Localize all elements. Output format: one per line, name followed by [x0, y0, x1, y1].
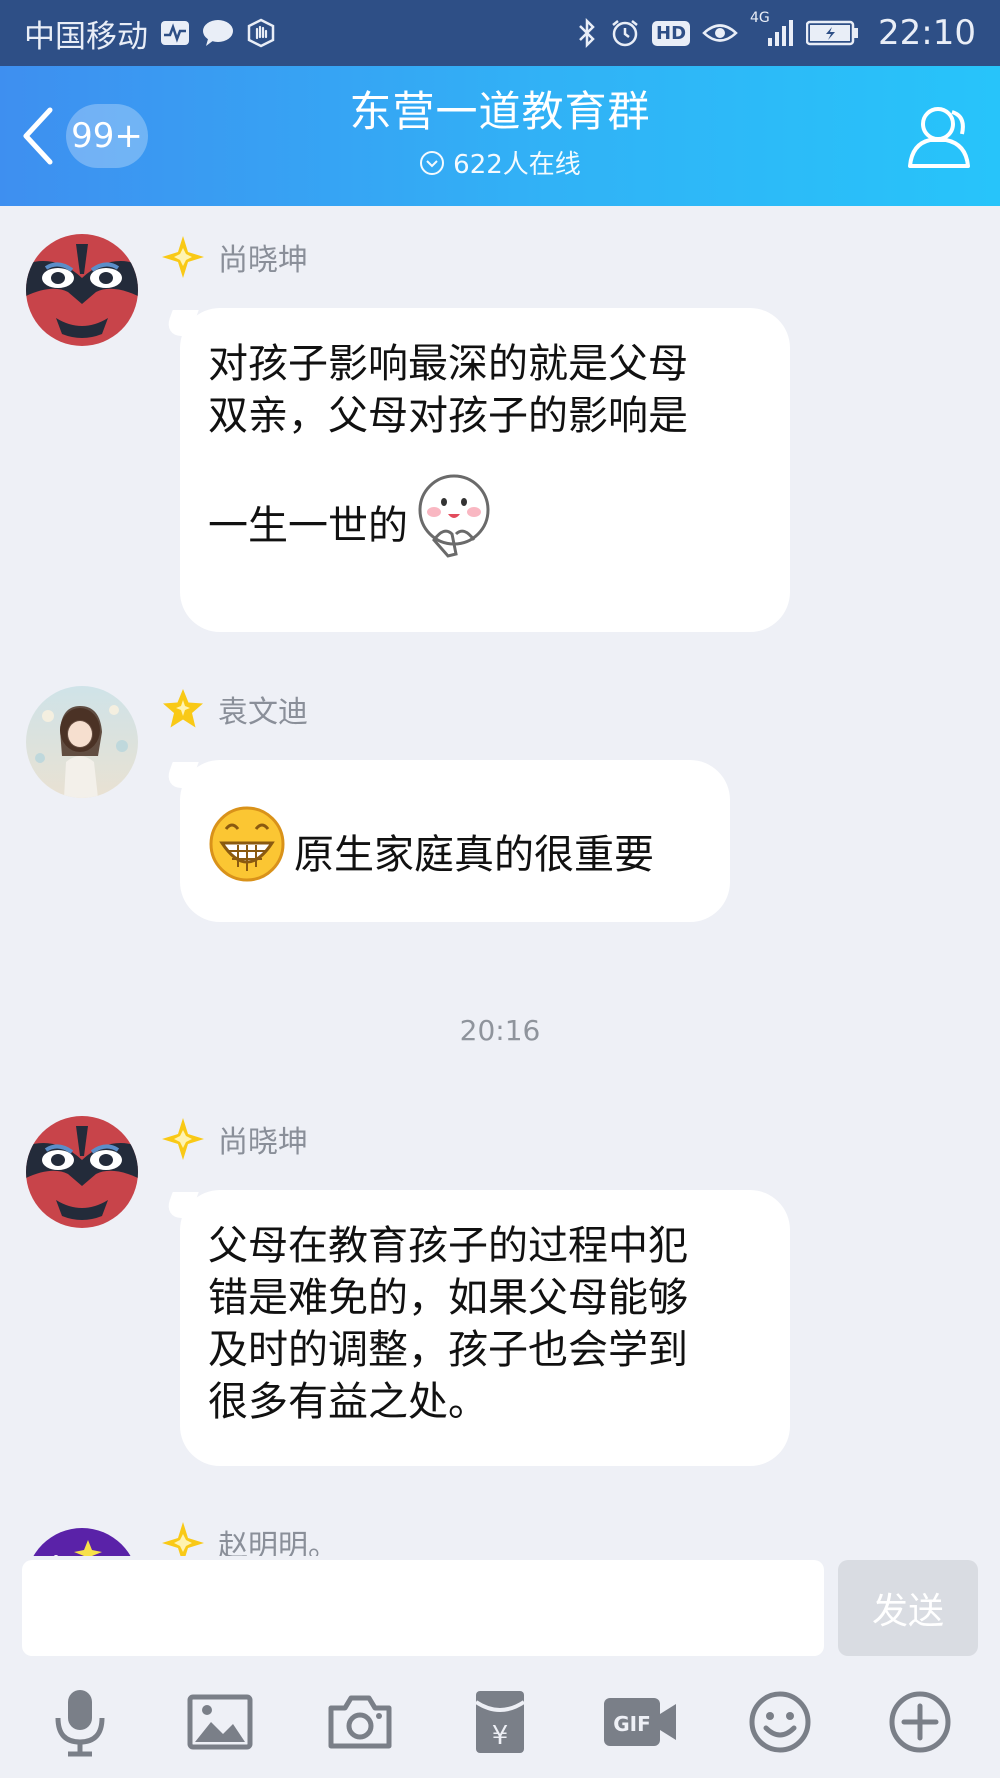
svg-text:GIF: GIF	[613, 1712, 651, 1736]
girl-avatar-icon	[26, 686, 138, 798]
camera-icon	[328, 1695, 392, 1749]
gif-button[interactable]: GIF	[600, 1682, 680, 1762]
shy-emoji-icon	[418, 474, 490, 558]
message-text: 原生家庭真的很重要	[294, 832, 654, 878]
gif-icon: GIF	[604, 1698, 676, 1746]
battery-icon	[806, 20, 860, 46]
camera-button[interactable]	[320, 1682, 400, 1762]
online-status: 622人在线	[0, 144, 1000, 181]
message-item: 赵明明。	[0, 1520, 1000, 1556]
message-input[interactable]	[22, 1560, 824, 1656]
send-button[interactable]: 发送	[838, 1560, 978, 1656]
message-text-segment: 一生一世的	[208, 503, 408, 549]
grin-emoji-icon	[209, 806, 285, 882]
online-count: 622人在线	[453, 150, 581, 180]
sender-name: 赵明明。	[218, 1529, 338, 1556]
microphone-icon	[55, 1690, 105, 1757]
image-icon	[187, 1694, 253, 1750]
clock: 22:10	[878, 13, 976, 53]
network-type: 4G	[750, 10, 770, 26]
carrier-name: 中国移动	[24, 18, 148, 55]
voice-button[interactable]	[40, 1682, 120, 1762]
message-text-line: 错是难免的，如果父母能够	[208, 1275, 688, 1321]
message-item: 袁文迪 原生家庭真的很重要	[0, 684, 1000, 922]
opera-mask-avatar-icon	[26, 234, 138, 346]
sender-row: 尚晓坤	[160, 1114, 308, 1164]
message-text-line: 父母在教育孩子的过程中犯	[208, 1223, 688, 1269]
svg-text:¥: ¥	[492, 1721, 509, 1751]
member-level-icon	[162, 1118, 204, 1160]
emoji-button[interactable]	[740, 1682, 820, 1762]
sender-name: 尚晓坤	[218, 243, 308, 278]
message-text-line: 及时的调整，孩子也会学到	[208, 1327, 688, 1373]
bluetooth-icon	[576, 17, 598, 49]
message-item: 尚晓坤 对孩子影响最深的就是父母 双亲，父母对孩子的影响是 一生一世的	[0, 232, 1000, 632]
message-item: 尚晓坤 父母在教育孩子的过程中犯 错是难免的，如果父母能够 及时的调整，孩子也会…	[0, 1116, 1000, 1476]
time-divider: 20:16	[459, 1014, 541, 1047]
alarm-icon	[610, 18, 640, 48]
message-text-line: 很多有益之处。	[208, 1379, 488, 1425]
status-bar: 中国移动 HD 4G 22:10	[0, 0, 1000, 66]
avatar[interactable]	[26, 1528, 138, 1556]
red-packet-button[interactable]: ¥	[460, 1682, 540, 1762]
message-bubble[interactable]: 原生家庭真的很重要	[180, 760, 730, 922]
member-level-icon	[162, 1522, 204, 1556]
group-members-icon	[908, 107, 970, 168]
avatar[interactable]	[26, 234, 138, 346]
sender-row: 袁文迪	[160, 684, 308, 734]
group-members-button[interactable]	[902, 100, 976, 174]
hand-icon	[246, 18, 276, 48]
avatar[interactable]	[26, 686, 138, 798]
input-toolbar: ¥ GIF	[0, 1666, 1000, 1778]
sender-name: 袁文迪	[218, 695, 308, 730]
message-list[interactable]: 尚晓坤 对孩子影响最深的就是父母 双亲，父母对孩子的影响是 一生一世的 袁文迪 …	[0, 206, 1000, 1556]
message-text-line: 一生一世的	[208, 474, 764, 558]
sender-name: 尚晓坤	[218, 1125, 308, 1160]
hd-icon: HD	[652, 20, 691, 46]
member-level-icon	[162, 236, 204, 278]
chat-header: 99+ 东营一道教育群 622人在线	[0, 66, 1000, 206]
red-packet-icon: ¥	[474, 1691, 526, 1753]
input-bar: 发送	[0, 1556, 1000, 1666]
message-text-line: 对孩子影响最深的就是父母	[208, 341, 688, 387]
message-text-line: 双亲，父母对孩子的影响是	[208, 393, 688, 439]
message-bubble[interactable]: 对孩子影响最深的就是父母 双亲，父母对孩子的影响是 一生一世的	[180, 308, 790, 632]
night-sky-avatar-icon	[26, 1528, 138, 1556]
message-bubble[interactable]: 父母在教育孩子的过程中犯 错是难免的，如果父母能够 及时的调整，孩子也会学到 很…	[180, 1190, 790, 1466]
group-title: 东营一道教育群	[349, 87, 651, 136]
opera-mask-avatar-icon	[26, 1116, 138, 1228]
emoji-icon	[749, 1691, 811, 1753]
plus-icon	[889, 1691, 951, 1753]
chat-notification-icon	[202, 19, 234, 47]
eye-icon	[702, 20, 738, 46]
more-button[interactable]	[880, 1682, 960, 1762]
check-circle-icon	[420, 150, 445, 175]
member-star-icon	[163, 689, 203, 728]
signal-icon: 4G	[750, 10, 794, 48]
avatar[interactable]	[26, 1116, 138, 1228]
image-button[interactable]	[180, 1682, 260, 1762]
sender-row: 尚晓坤	[160, 232, 308, 282]
sender-row: 赵明明。	[160, 1518, 338, 1556]
activity-icon	[160, 20, 190, 46]
